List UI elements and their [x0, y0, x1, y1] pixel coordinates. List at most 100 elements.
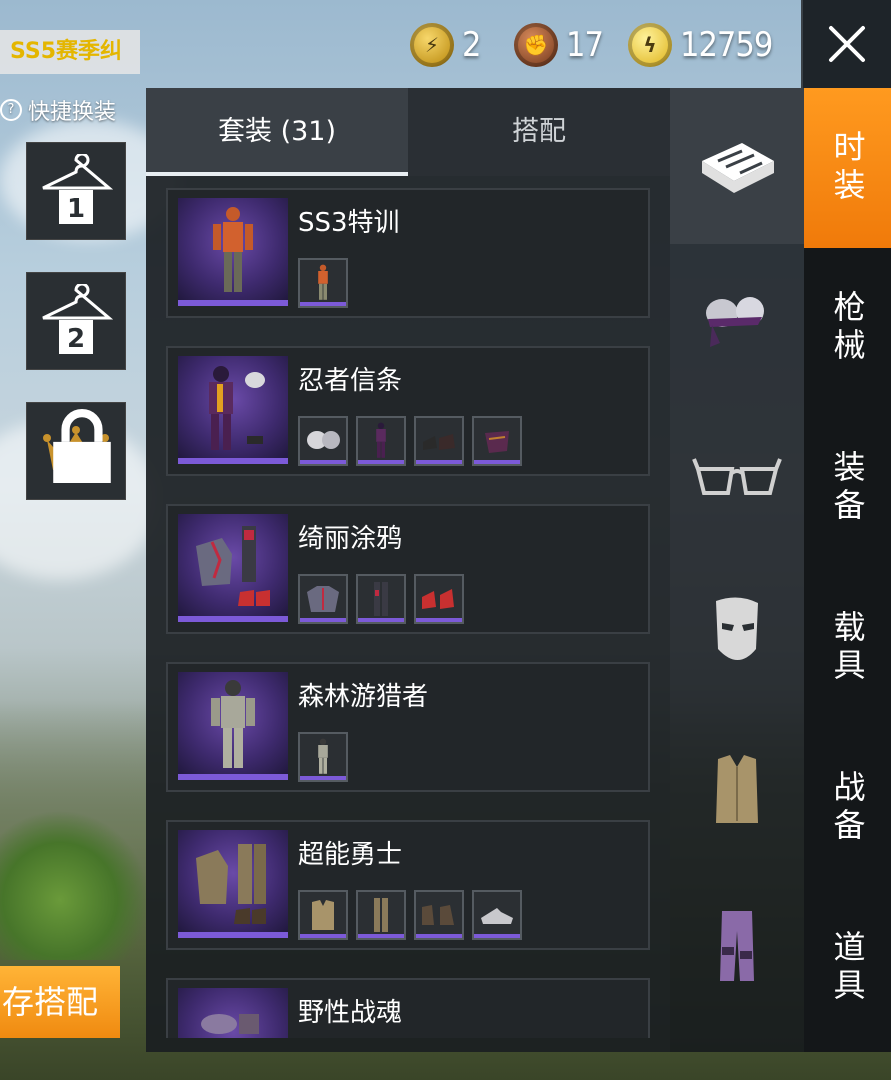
outfit-figure-icon [209, 366, 265, 450]
outfit-name: 森林游猎者 [298, 682, 429, 712]
outfit-item[interactable] [356, 574, 406, 624]
outfit-row[interactable]: SS3特训 [166, 188, 650, 318]
category-fashion[interactable]: 时装 [804, 88, 891, 248]
category-combat-gear[interactable]: 战备 [804, 728, 891, 888]
outfit-item[interactable] [298, 416, 348, 466]
help-icon[interactable]: ? [0, 99, 22, 121]
outfit-items [298, 574, 464, 624]
ag-currency-value: 2 [462, 25, 481, 65]
outfit-item[interactable] [356, 416, 406, 466]
slot-number: 1 [67, 194, 85, 224]
outfit-items [298, 890, 522, 940]
icon-tab-glasses[interactable] [670, 400, 804, 556]
uc-coin-icon: ϟ [628, 23, 672, 67]
outfit-thumbnail [178, 672, 288, 780]
pants-icon [374, 898, 388, 932]
outfit-figure-icon [213, 207, 253, 292]
hanger-icon: 1 [42, 154, 113, 224]
hair-icon [706, 297, 764, 347]
icon-tab-hair[interactable] [670, 244, 804, 400]
outfit-item[interactable] [472, 416, 522, 466]
ag-currency: ⚡ 2 [410, 20, 481, 70]
outfit-figure-icon [318, 264, 328, 300]
hanger-icon: 2 [42, 284, 113, 354]
category-vehicles[interactable]: 载具 [804, 568, 891, 728]
outfit-item[interactable] [414, 574, 464, 624]
shoes-icon [422, 589, 454, 609]
outfit-panel: 套装 (31) 搭配 SS3特训 忍者信条 绮丽涂鸦 森林游猎者 超能勇士 野性… [146, 88, 670, 1052]
category-column: 时装 枪械 装备 载具 战备 道具 [804, 88, 891, 1052]
outfit-item[interactable] [298, 574, 348, 624]
lock-icon [53, 409, 111, 483]
vest-icon [312, 900, 334, 930]
uc-currency-value: 12759 [680, 25, 773, 65]
outfit-item[interactable] [472, 890, 522, 940]
bp-currency-value: 17 [566, 25, 604, 65]
vest-icon [716, 755, 758, 823]
outfit-list[interactable]: SS3特训 忍者信条 绮丽涂鸦 森林游猎者 超能勇士 野性战魂 [146, 188, 670, 1038]
quick-change-label[interactable]: ? 快捷换装 [0, 94, 116, 126]
icon-tab-pants[interactable] [670, 868, 804, 1024]
outfit-thumbnail [178, 988, 288, 1038]
bp-currency: ✊ 17 [514, 20, 604, 70]
mask-icon [716, 597, 758, 660]
category-equipment[interactable]: 装备 [804, 408, 891, 568]
outfit-figure-icon [318, 738, 328, 774]
outfit-slot-2[interactable]: 2 [26, 272, 126, 370]
mask-icon [485, 431, 509, 453]
background-grass [0, 810, 150, 960]
helmet-icon [307, 431, 340, 449]
outfit-slot-1[interactable]: 1 [26, 142, 126, 240]
boots-icon [422, 905, 454, 925]
icon-tab-mask[interactable] [670, 556, 804, 712]
outfit-figure-icon [201, 1014, 259, 1034]
outfit-name: SS3特训 [298, 208, 400, 238]
pants-icon [374, 582, 388, 616]
shoes-icon [423, 434, 455, 450]
tab-combinations[interactable]: 搭配 [408, 88, 670, 176]
outfit-name: 野性战魂 [298, 998, 403, 1028]
icon-tab-vest[interactable] [670, 712, 804, 868]
close-button[interactable] [801, 0, 891, 88]
pants-icon [720, 911, 754, 981]
item-type-column [670, 88, 804, 1052]
outfit-item[interactable] [298, 732, 348, 782]
jacket-icon [307, 586, 339, 612]
quick-change-text: 快捷换装 [28, 100, 117, 125]
outfit-row[interactable]: 绮丽涂鸦 [166, 504, 650, 634]
premium-slot[interactable] [26, 402, 126, 500]
outfit-items [298, 732, 348, 782]
uc-currency: ϟ 12759 [628, 20, 773, 70]
outfit-name: 绮丽涂鸦 [298, 524, 403, 554]
outfit-figure-icon [376, 422, 386, 458]
outfit-item[interactable] [414, 416, 464, 466]
outfit-name: 忍者信条 [298, 366, 403, 396]
slot-number: 2 [67, 324, 85, 354]
close-icon [829, 26, 865, 62]
shoes-icon [481, 908, 513, 924]
save-outfit-button[interactable]: 存搭配 [0, 966, 120, 1038]
outfit-box-icon [702, 143, 774, 193]
season-tag[interactable]: SS5赛季纠 [0, 30, 140, 74]
outfit-thumbnail [178, 356, 288, 464]
outfit-items [298, 416, 522, 466]
category-weapons[interactable]: 枪械 [804, 248, 891, 408]
outfit-figure-icon [211, 680, 255, 768]
category-items[interactable]: 道具 [804, 888, 891, 1048]
outfit-figure-icon [196, 844, 266, 924]
outfit-thumbnail [178, 514, 288, 622]
bp-coin-icon: ✊ [514, 23, 558, 67]
outfit-item[interactable] [298, 890, 348, 940]
outfit-item[interactable] [414, 890, 464, 940]
outfit-row[interactable]: 忍者信条 [166, 346, 650, 476]
icon-tab-outfit[interactable] [670, 88, 804, 244]
outfit-items [298, 258, 348, 308]
outfit-item[interactable] [356, 890, 406, 940]
outfit-row[interactable]: 野性战魂 [166, 978, 650, 1038]
outfit-row[interactable]: 超能勇士 [166, 820, 650, 950]
tab-suits[interactable]: 套装 (31) [146, 88, 408, 176]
outfit-item[interactable] [298, 258, 348, 308]
outfit-tabs: 套装 (31) 搭配 [146, 88, 670, 176]
outfit-row[interactable]: 森林游猎者 [166, 662, 650, 792]
outfit-name: 超能勇士 [298, 840, 403, 870]
